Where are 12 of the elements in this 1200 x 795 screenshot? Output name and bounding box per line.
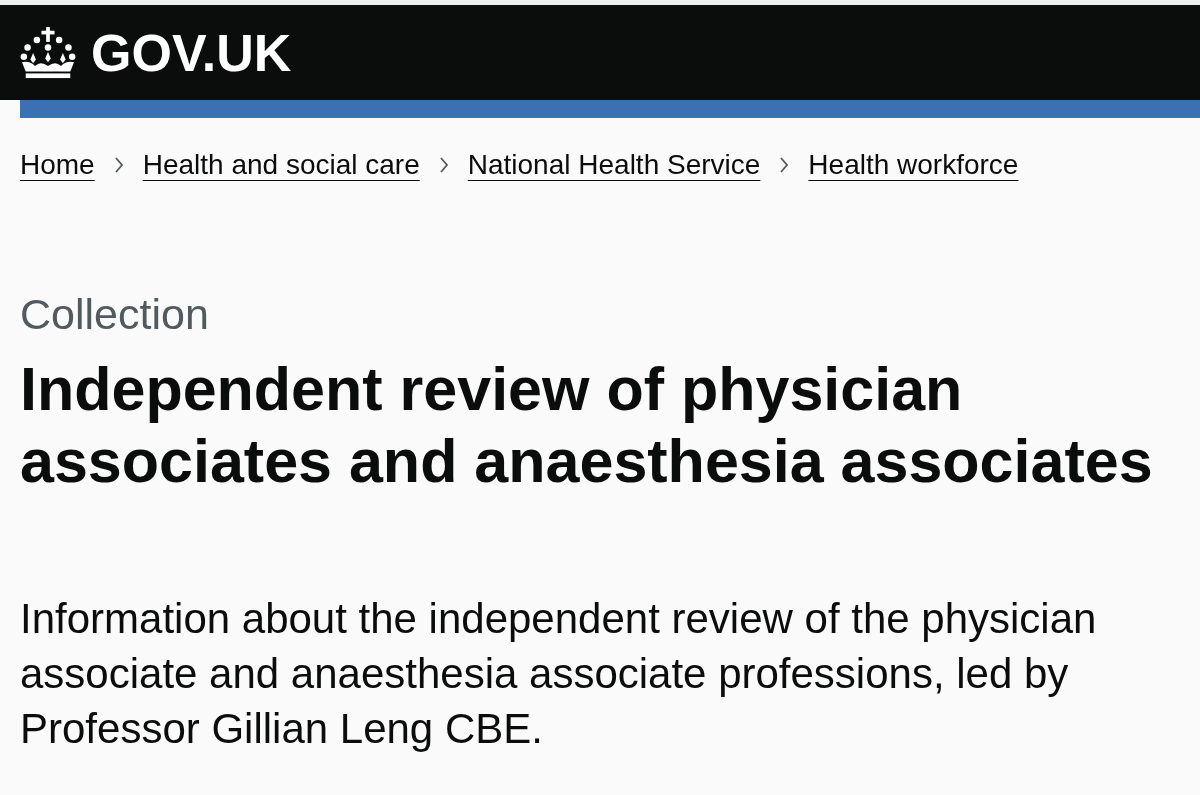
chevron-icon [779,157,790,173]
chevron-icon [113,157,124,173]
breadcrumb-link[interactable]: Health and social care [142,147,420,183]
chevron-icon [438,157,449,173]
description: Information about the independent review of the physician associate and anaesthesia associate professions, led by Professor Gillian Leng CBE. [20,594,1098,754]
breadcrumb-link[interactable]: Health workforce [808,147,1019,183]
crown-icon [20,26,76,79]
breadcrumb-link[interactable]: National Health Service [467,147,761,183]
breadcrumb-link[interactable]: Home [20,147,95,183]
page-title: Independent review of physician associates and anaesthesia associates [20,354,1154,497]
logo-link[interactable]: GOV.UK [20,26,292,79]
caption: Collection [20,289,210,340]
